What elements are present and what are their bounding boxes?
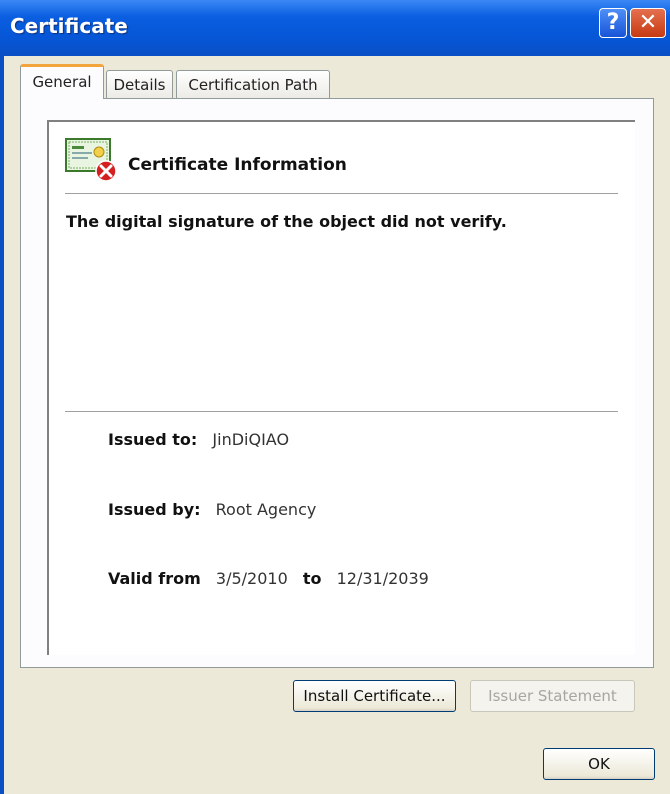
divider (65, 193, 618, 194)
help-button[interactable]: ? (599, 8, 627, 38)
certificate-error-icon (65, 138, 117, 182)
tab-details[interactable]: Details (106, 70, 173, 98)
issued-to-label: Issued to: (108, 430, 198, 449)
issued-to-row: Issued to: JinDiQIAO (108, 430, 289, 449)
help-icon: ? (606, 10, 620, 35)
title-bar[interactable]: Certificate ? ✕ (0, 0, 670, 56)
install-certificate-button[interactable]: Install Certificate... (293, 680, 456, 712)
ok-button[interactable]: OK (543, 748, 655, 780)
close-icon: ✕ (638, 10, 658, 35)
issuer-statement-button: Issuer Statement (470, 680, 635, 712)
issued-by-row: Issued by: Root Agency (108, 500, 316, 519)
divider (65, 411, 618, 412)
valid-to-label: to (302, 569, 322, 588)
valid-from-label: Valid from (108, 569, 201, 588)
issued-by-label: Issued by: (108, 500, 201, 519)
tab-general[interactable]: General (20, 64, 104, 99)
window-frame (0, 56, 4, 794)
certificate-dialog: Certificate ? ✕ General Details Certific… (0, 0, 670, 794)
window-title: Certificate (10, 14, 128, 38)
tab-certification-path[interactable]: Certification Path (176, 70, 330, 98)
certificate-info-heading: Certificate Information (128, 155, 347, 175)
valid-from-value: 3/5/2010 (215, 569, 288, 588)
issued-to-value: JinDiQIAO (212, 430, 290, 449)
validity-row: Valid from 3/5/2010 to 12/31/2039 (108, 569, 429, 588)
valid-to-value: 12/31/2039 (336, 569, 429, 588)
close-button[interactable]: ✕ (630, 8, 666, 38)
verification-message: The digital signature of the object did … (66, 212, 507, 231)
issued-by-value: Root Agency (215, 500, 317, 519)
